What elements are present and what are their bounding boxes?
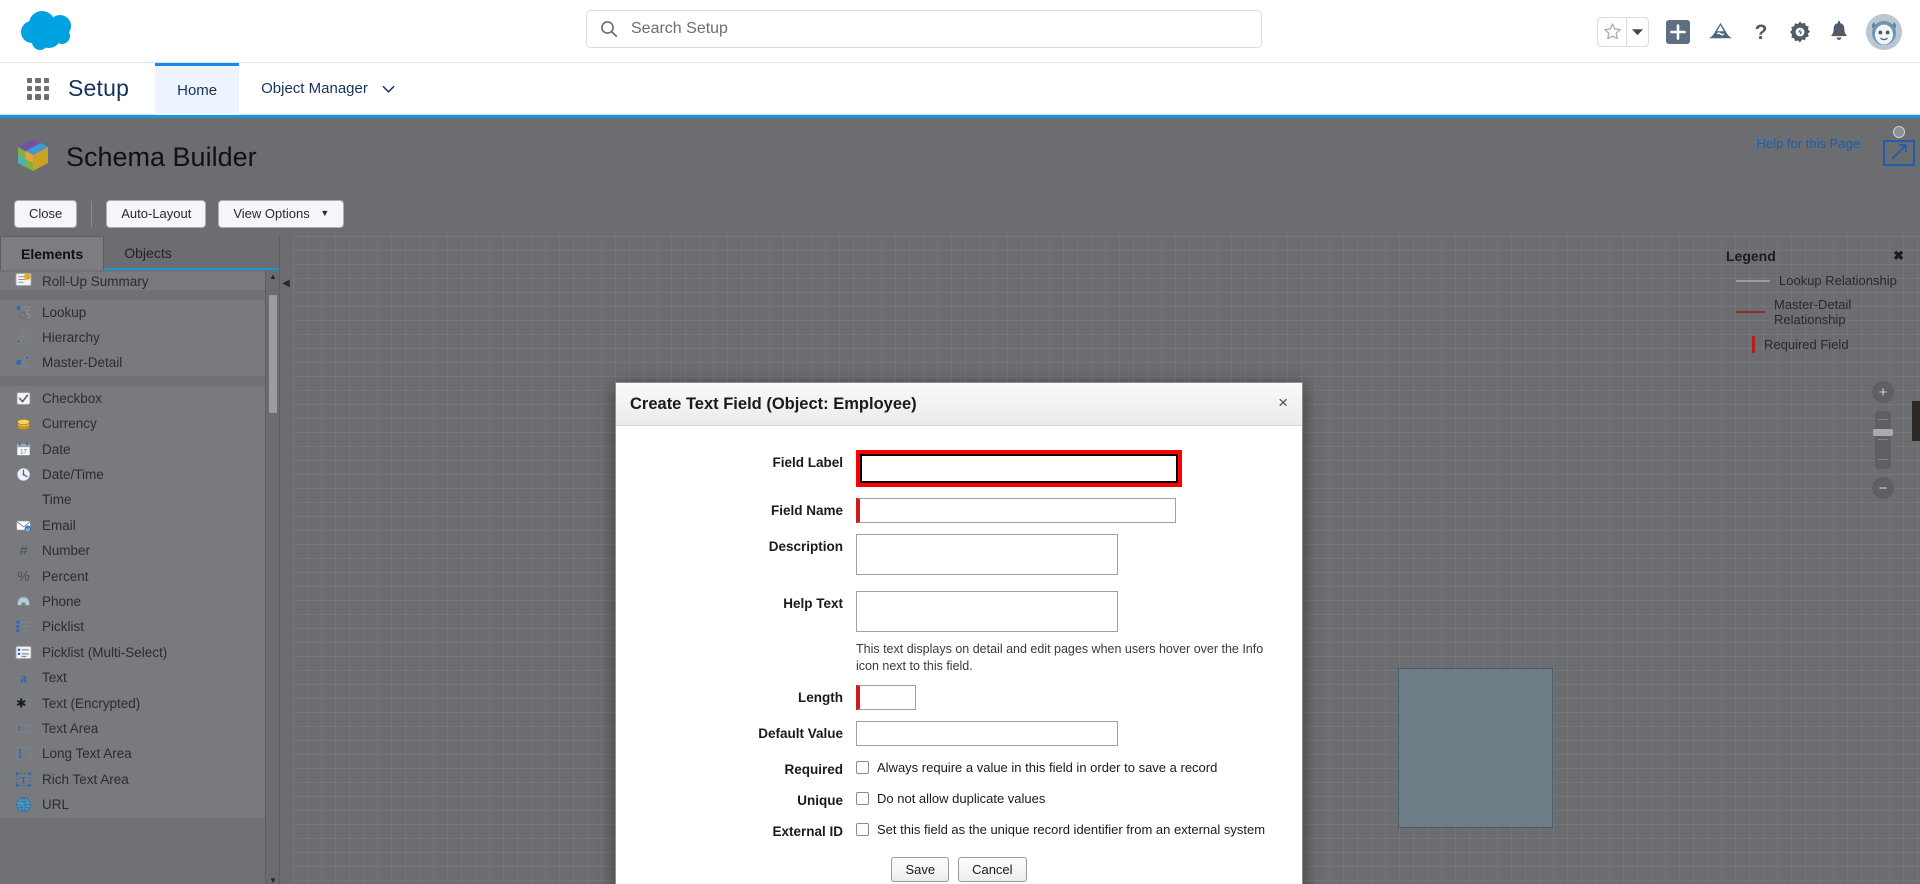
setup-nav-bar: Setup Home Object Manager: [0, 62, 1920, 115]
tab-object-manager[interactable]: Object Manager: [239, 63, 417, 115]
search-input[interactable]: [629, 19, 1249, 39]
favorites-star-icon[interactable]: [1598, 18, 1626, 46]
tab-home[interactable]: Home: [155, 62, 240, 115]
modal-overlay: Create Text Field (Object: Employee) × F…: [0, 118, 1920, 884]
help-text-hint: This text displays on detail and edit pa…: [856, 642, 1264, 673]
favorites-dropdown-icon[interactable]: [1626, 17, 1648, 46]
field-row-length: Length: [616, 685, 1302, 710]
global-header: ?: [0, 0, 1920, 63]
field-row-required: Required Always require a value in this …: [616, 757, 1302, 777]
unique-checkbox-text: Do not allow duplicate values: [877, 791, 1046, 806]
external-id-checkbox[interactable]: [856, 823, 869, 836]
field-name-label: Field Name: [770, 503, 843, 518]
field-row-description: Description: [616, 534, 1302, 580]
field-name-input[interactable]: [856, 498, 1176, 523]
search-icon: [599, 19, 619, 39]
field-label-label: Field Label: [772, 455, 843, 470]
salesforce-cloud-logo[interactable]: [18, 8, 84, 54]
length-label: Length: [798, 690, 843, 705]
cancel-button[interactable]: Cancel: [958, 857, 1027, 882]
unique-label: Unique: [797, 793, 843, 808]
create-text-field-dialog: Create Text Field (Object: Employee) × F…: [615, 382, 1303, 884]
external-id-checkbox-text: Set this field as the unique record iden…: [877, 822, 1266, 837]
close-icon[interactable]: ×: [1278, 394, 1288, 411]
global-actions-plus-icon[interactable]: [1665, 19, 1691, 45]
help-text-label: Help Text: [783, 596, 843, 611]
field-row-field-name: Field Name: [616, 498, 1302, 523]
field-row-field-label: Field Label: [616, 450, 1302, 487]
field-label-input[interactable]: [860, 454, 1178, 483]
schema-builder-app: Schema Builder Help for this Page Close …: [0, 115, 1920, 884]
dialog-title: Create Text Field (Object: Employee): [630, 394, 917, 413]
notifications-bell-icon[interactable]: [1828, 20, 1850, 44]
field-row-external-id: External ID Set this field as the unique…: [616, 819, 1302, 839]
app-launcher-icon[interactable]: [22, 73, 54, 105]
dialog-header: Create Text Field (Object: Employee) ×: [616, 383, 1302, 426]
tab-object-manager-label: Object Manager: [261, 80, 368, 97]
global-search-box[interactable]: [586, 10, 1262, 48]
user-avatar[interactable]: [1866, 13, 1902, 50]
required-checkbox-text: Always require a value in this field in …: [877, 760, 1218, 775]
external-id-label: External ID: [772, 824, 843, 839]
field-row-help-text: Help Text This text displays on detail a…: [616, 591, 1302, 674]
favorites-control[interactable]: [1597, 16, 1649, 47]
required-label: Required: [784, 762, 843, 777]
description-textarea[interactable]: [856, 534, 1118, 575]
default-value-input[interactable]: [856, 721, 1118, 746]
tab-home-label: Home: [177, 81, 218, 99]
field-row-unique: Unique Do not allow duplicate values: [616, 788, 1302, 808]
field-label-focus-highlight: [856, 450, 1182, 487]
dialog-actions: Save Cancel: [616, 857, 1302, 882]
header-icon-group: ?: [1597, 0, 1902, 63]
description-label: Description: [768, 539, 843, 554]
save-button[interactable]: Save: [891, 857, 950, 882]
setup-app-title: Setup: [68, 75, 130, 101]
help-text-textarea[interactable]: [856, 591, 1118, 632]
default-value-label: Default Value: [758, 726, 843, 741]
setup-gear-icon[interactable]: [1788, 20, 1812, 44]
dialog-body: Field Label Field Name Description Help …: [616, 426, 1302, 884]
setup-tab-list: Home Object Manager: [155, 62, 417, 115]
chevron-down-icon[interactable]: [382, 80, 395, 97]
help-question-icon[interactable]: ?: [1750, 19, 1772, 45]
svg-text:?: ?: [1755, 21, 1768, 44]
field-row-default-value: Default Value: [616, 721, 1302, 746]
trailhead-icon[interactable]: [1707, 20, 1734, 43]
unique-checkbox[interactable]: [856, 792, 869, 805]
required-checkbox[interactable]: [856, 761, 869, 774]
length-input[interactable]: [856, 685, 916, 710]
